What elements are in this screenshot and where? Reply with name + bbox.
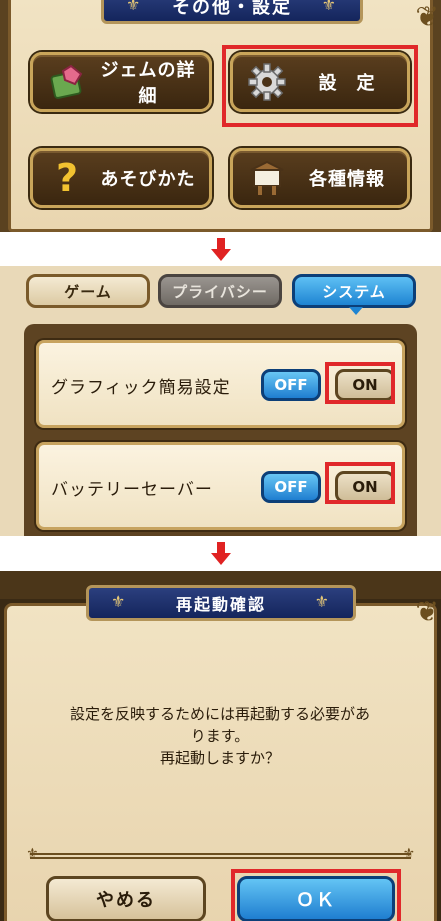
graphics-on-highlight-box xyxy=(325,362,395,404)
ok-highlight-box xyxy=(231,869,401,921)
dialog-message-line: 再起動しますか？ xyxy=(159,749,280,767)
notice-board-icon xyxy=(245,156,289,200)
dialog-message-line: ります。 xyxy=(190,727,250,745)
fleur-ornament-icon: ⚜ xyxy=(321,0,338,14)
fleur-ornament-icon: ⚜ xyxy=(111,592,128,611)
settings-menu-panel: ⚜ その他・設定 ⚜ ❦ ジェムの詳細 設 定 ? あそびかた 各種情報 xyxy=(0,0,441,232)
tab-system[interactable]: システム xyxy=(292,274,416,315)
menu-title-plate: ⚜ その他・設定 ⚜ xyxy=(101,0,363,24)
graphics-off-toggle[interactable]: OFF xyxy=(261,369,321,401)
info-button[interactable]: 各種情報 xyxy=(230,148,410,208)
gem-book-icon xyxy=(45,60,89,104)
fleur-ornament-icon: ⚜ xyxy=(126,0,143,14)
settings-list-frame: グラフィック簡易設定 OFF ON バッテリーセーバー OFF ON xyxy=(24,324,417,536)
fleur-ornament-icon: ⚜ xyxy=(26,846,39,862)
cancel-button[interactable]: やめる xyxy=(46,876,206,921)
fleur-ornament-icon: ⚜ xyxy=(402,846,415,862)
restart-confirm-panel: ⚜ 再起動確認 ⚜ ❦ 設定を反映するためには再起動する必要があ ります。 再起… xyxy=(0,571,441,921)
gem-details-button[interactable]: ジェムの詳細 xyxy=(30,52,212,112)
how-to-play-label: あそびかた xyxy=(100,169,196,190)
dialog-title-plate: ⚜ 再起動確認 ⚜ xyxy=(86,585,356,621)
down-arrow-icon xyxy=(211,238,231,262)
corner-ornament-icon: ❦ xyxy=(415,0,439,33)
down-arrow-icon xyxy=(211,542,231,566)
corner-ornament-icon: ❦ xyxy=(415,595,439,628)
graphics-simple-setting-label: グラフィック簡易設定 xyxy=(51,378,231,398)
question-mark-icon: ? xyxy=(55,156,79,200)
dialog-message: 設定を反映するためには再起動する必要があ ります。 再起動しますか？ xyxy=(20,703,420,769)
fleur-ornament-icon: ⚜ xyxy=(314,592,331,611)
settings-highlight-box xyxy=(222,45,418,127)
tab-privacy[interactable]: プライバシー xyxy=(158,274,282,308)
info-label: 各種情報 xyxy=(309,169,385,190)
battery-on-highlight-box xyxy=(325,462,395,504)
how-to-play-button[interactable]: ? あそびかた xyxy=(30,148,212,208)
tab-game[interactable]: ゲーム xyxy=(26,274,150,308)
dialog-message-line: 設定を反映するためには再起動する必要があ xyxy=(69,705,370,723)
system-settings-panel: ゲーム プライバシー システム グラフィック簡易設定 OFF ON バッテリーセ… xyxy=(0,266,441,536)
ornate-divider: ⚜ ⚜ xyxy=(26,846,415,862)
dialog-title: 再起動確認 xyxy=(175,595,266,614)
gem-details-label: ジェムの詳細 xyxy=(100,60,196,107)
battery-saver-label: バッテリーセーバー xyxy=(51,480,213,500)
battery-off-toggle[interactable]: OFF xyxy=(261,471,321,503)
tutorial-screenshot: ⚜ その他・設定 ⚜ ❦ ジェムの詳細 設 定 ? あそびかた 各種情報 ゲーム… xyxy=(0,0,441,921)
menu-title: その他・設定 xyxy=(172,0,292,18)
